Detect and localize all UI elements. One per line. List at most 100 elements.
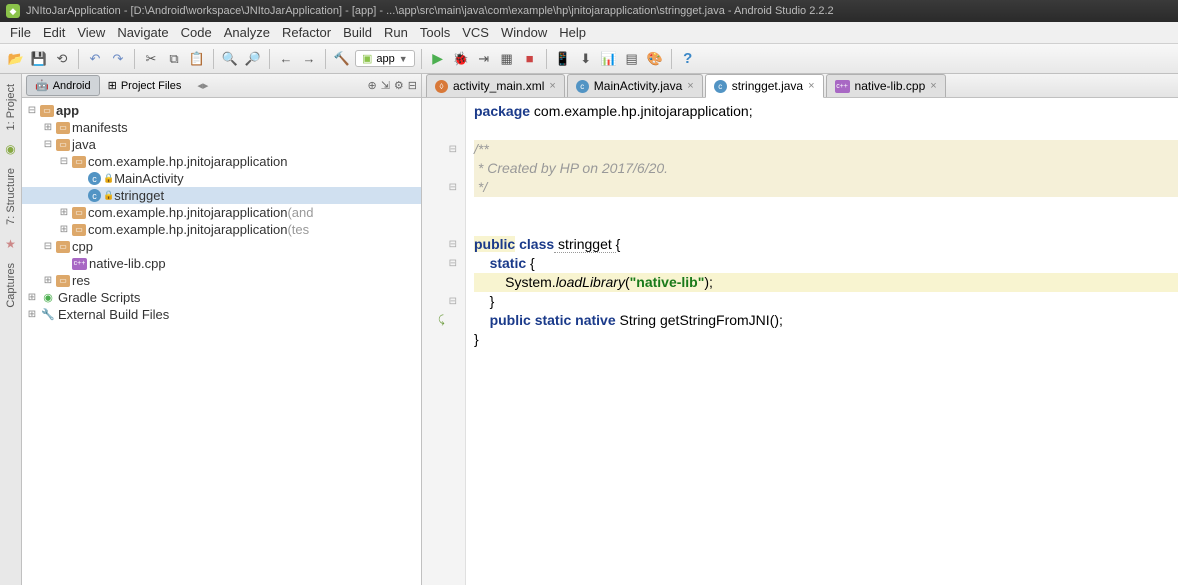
project-panel-header: 🤖 Android ⊞ Project Files ◂▸ ⊕ ⇲ ⚙ ⊟ [22,74,421,98]
menu-analyze[interactable]: Analyze [218,23,276,42]
project-panel: 🤖 Android ⊞ Project Files ◂▸ ⊕ ⇲ ⚙ ⊟ ⊟▭a… [22,74,422,585]
run-icon[interactable]: ▶ [428,49,448,69]
run-target-label: app [376,53,394,65]
app-logo-icon: ◆ [6,4,20,18]
gutter-project[interactable]: 1: Project [3,78,19,136]
target-icon[interactable]: ⊕ [367,79,376,92]
window-titlebar: ◆ JNItoJarApplication - [D:\Android\work… [0,0,1178,22]
stop-icon[interactable]: ■ [520,49,540,69]
divider [213,49,214,69]
divider [269,49,270,69]
tab-activity-main[interactable]: ◊activity_main.xml× [426,74,565,97]
sdk-icon[interactable]: ⬇ [576,49,596,69]
tree-native-lib[interactable]: c++native-lib.cpp [22,255,421,272]
tree-package-androidtest[interactable]: ⊞▭com.example.hp.jnitojarapplication (an… [22,204,421,221]
cpp-file-icon: c++ [72,258,87,270]
line-gutter: ⊟ ⊟ ⊟ ⊟ ⊟ [422,98,466,585]
close-icon[interactable]: × [808,80,814,92]
replace-icon[interactable]: 🔎 [243,49,263,69]
fold-icon[interactable]: ⊟ [449,178,457,197]
gear-icon[interactable]: ⚙ [394,79,404,92]
redo-icon[interactable]: ↷ [108,49,128,69]
android-icon: 🤖 [35,79,49,92]
code-editor[interactable]: ⊟ ⊟ ⊟ ⊟ ⊟ package com.example.hp.jnitoja… [422,98,1178,585]
sync-icon[interactable]: ⟲ [52,49,72,69]
tree-app[interactable]: ⊟▭app [22,102,421,119]
menu-edit[interactable]: Edit [37,23,71,42]
tab-stringget[interactable]: cstringget.java× [705,74,824,98]
tree-mainactivity[interactable]: c🔒MainActivity [22,170,421,187]
attach-icon[interactable]: ⇥ [474,49,494,69]
build-variants-icon[interactable]: ◉ [4,142,18,156]
menu-run[interactable]: Run [378,23,414,42]
find-icon[interactable]: 🔍 [220,49,240,69]
code-body[interactable]: package com.example.hp.jnitojarapplicati… [466,98,1178,585]
tree-res[interactable]: ⊞▭res [22,272,421,289]
android-icon: ▣ [362,52,372,65]
editor-area: ◊activity_main.xml× cMainActivity.java× … [422,74,1178,585]
tree-gradle-scripts[interactable]: ⊞◉Gradle Scripts [22,289,421,306]
menu-help[interactable]: Help [553,23,592,42]
close-icon[interactable]: × [930,80,936,92]
menu-navigate[interactable]: Navigate [111,23,174,42]
layout-icon[interactable]: ▤ [622,49,642,69]
tree-external-build[interactable]: ⊞🔧External Build Files [22,306,421,323]
tree-cpp[interactable]: ⊟▭cpp [22,238,421,255]
module-icon: ▭ [40,105,54,117]
project-tree: ⊟▭app ⊞▭manifests ⊟▭java ⊟▭com.example.h… [22,98,421,327]
tab-native-lib[interactable]: c++native-lib.cpp× [826,74,946,97]
menu-view[interactable]: View [71,23,111,42]
fold-icon[interactable]: ⊟ [449,254,457,273]
left-tool-gutter: 1: Project ◉ 7: Structure ★ Captures [0,74,22,585]
fold-icon[interactable]: ⊟ [449,292,457,311]
favorites-icon[interactable]: ★ [4,237,18,251]
package-icon: ▭ [72,207,86,219]
fold-icon[interactable]: ⊟ [449,140,457,159]
help-icon[interactable]: ? [678,49,698,69]
override-icon[interactable]: ⤹ [438,311,445,330]
open-icon[interactable]: 📂 [6,49,26,69]
copy-icon[interactable]: ⧉ [164,49,184,69]
coverage-icon[interactable]: ▦ [497,49,517,69]
panel-tab-files[interactable]: ⊞ Project Files [100,76,190,95]
menu-code[interactable]: Code [175,23,218,42]
hide-icon[interactable]: ⊟ [408,79,417,92]
menu-tools[interactable]: Tools [414,23,456,42]
close-icon[interactable]: × [549,80,555,92]
tree-stringget[interactable]: c🔒stringget [22,187,421,204]
debug-icon[interactable]: 🐞 [451,49,471,69]
fold-icon[interactable]: ⊟ [449,235,457,254]
avd-icon[interactable]: 📱 [553,49,573,69]
theme-icon[interactable]: 🎨 [645,49,665,69]
files-icon: ⊞ [108,79,117,92]
menu-refactor[interactable]: Refactor [276,23,337,42]
forward-icon[interactable]: → [299,49,319,69]
gutter-structure[interactable]: 7: Structure [3,162,19,231]
menu-file[interactable]: File [4,23,37,42]
close-icon[interactable]: × [687,80,693,92]
cut-icon[interactable]: ✂ [141,49,161,69]
save-icon[interactable]: 💾 [29,49,49,69]
collapse-icon[interactable]: ⇲ [381,79,390,92]
tab-mainactivity[interactable]: cMainActivity.java× [567,74,703,97]
tree-manifests[interactable]: ⊞▭manifests [22,119,421,136]
menu-vcs[interactable]: VCS [456,23,495,42]
paste-icon[interactable]: 📋 [187,49,207,69]
divider [421,49,422,69]
panel-tab-android[interactable]: 🤖 Android [26,75,100,96]
folder-icon: ▭ [56,241,70,253]
window-title: JNItoJarApplication - [D:\Android\worksp… [26,5,834,17]
make-icon[interactable]: 🔨 [332,49,352,69]
back-icon[interactable]: ← [276,49,296,69]
run-config-selector[interactable]: ▣ app ▼ [355,50,415,67]
tree-java[interactable]: ⊟▭java [22,136,421,153]
tree-package-main[interactable]: ⊟▭com.example.hp.jnitojarapplication [22,153,421,170]
monitor-icon[interactable]: 📊 [599,49,619,69]
menu-build[interactable]: Build [337,23,378,42]
gutter-captures[interactable]: Captures [3,257,19,314]
cpp-icon: c++ [835,80,850,93]
menu-window[interactable]: Window [495,23,553,42]
undo-icon[interactable]: ↶ [85,49,105,69]
panel-nav-arrows[interactable]: ◂▸ [189,76,216,95]
tree-package-test[interactable]: ⊞▭com.example.hp.jnitojarapplication (te… [22,221,421,238]
